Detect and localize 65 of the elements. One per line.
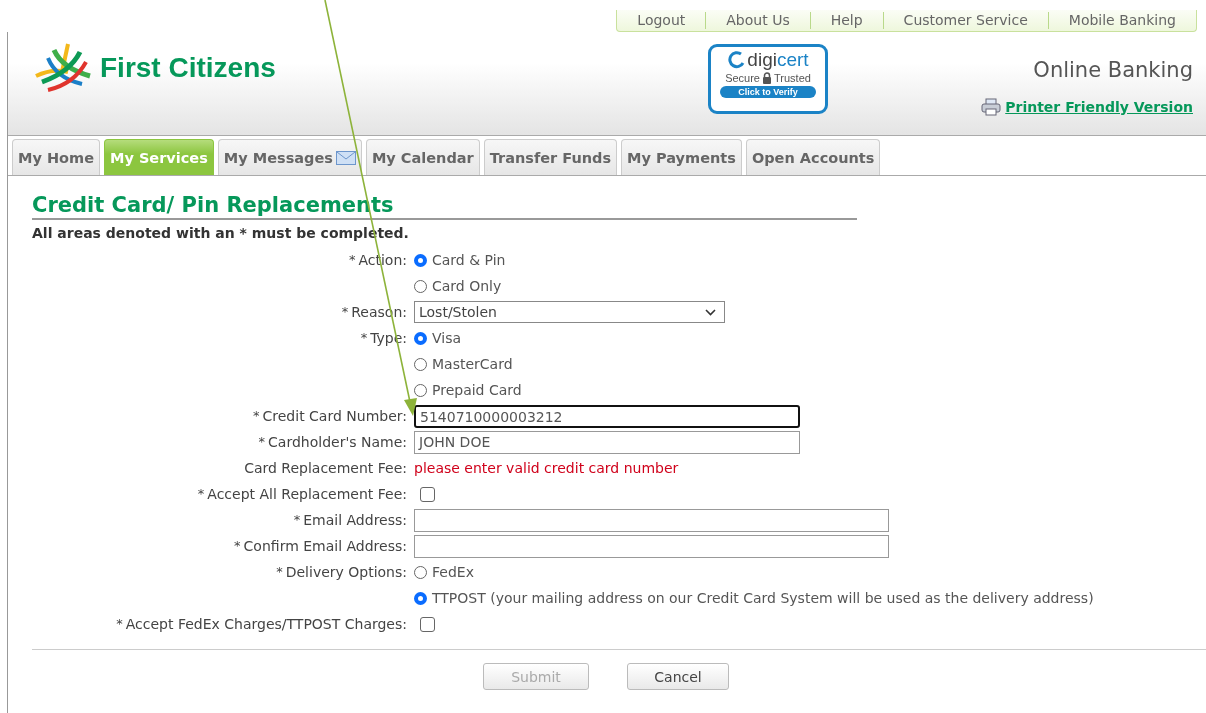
nav-tab[interactable]: My Calendar bbox=[365, 139, 480, 175]
lock-icon bbox=[762, 72, 772, 84]
field-label: Cardholder's Name: bbox=[268, 433, 407, 452]
radio-option[interactable]: TTPOST (your mailing address on our Credit Card System will be used as the delivery address) bbox=[414, 585, 1206, 611]
top-link[interactable]: Mobile Banking bbox=[1047, 12, 1196, 29]
required-mark: * bbox=[197, 485, 205, 503]
seal-brand-text: digi bbox=[747, 50, 777, 70]
field-label: Credit Card Number: bbox=[262, 407, 407, 426]
radio-option[interactable]: MasterCard bbox=[414, 351, 1206, 377]
radio-button[interactable] bbox=[414, 331, 427, 345]
seal-brand-text: cert bbox=[776, 50, 809, 70]
checkbox[interactable] bbox=[420, 617, 435, 632]
radio-button[interactable] bbox=[414, 279, 427, 293]
radio-button[interactable] bbox=[414, 357, 427, 371]
nav-tab[interactable]: Transfer Funds bbox=[483, 139, 618, 175]
input-field[interactable] bbox=[414, 535, 889, 558]
input-field[interactable]: JOHN DOE bbox=[414, 431, 800, 454]
input-field[interactable] bbox=[414, 509, 889, 532]
field-label: Accept FedEx Charges/TTPOST Charges: bbox=[125, 615, 407, 634]
printer-friendly-link[interactable]: Printer Friendly Version bbox=[1005, 99, 1193, 115]
required-mark: * bbox=[348, 251, 356, 269]
bank-logo-text: First Citizens bbox=[100, 52, 276, 84]
logo-icon bbox=[34, 42, 92, 94]
required-mark: * bbox=[258, 433, 266, 451]
top-link[interactable]: About Us bbox=[705, 12, 810, 29]
reason-dropdown[interactable]: Lost/Stolen bbox=[414, 301, 725, 323]
nav-tab[interactable]: Open Accounts bbox=[745, 139, 881, 175]
required-mark: * bbox=[360, 329, 368, 347]
radio-option[interactable]: Prepaid Card bbox=[414, 377, 1206, 403]
cancel-button[interactable]: Cancel bbox=[627, 663, 729, 690]
radio-button[interactable] bbox=[414, 253, 427, 267]
required-mark: * bbox=[293, 511, 301, 529]
top-link[interactable]: Help bbox=[809, 12, 883, 29]
nav-tab[interactable]: My Home bbox=[12, 139, 100, 175]
printer-icon bbox=[981, 98, 1002, 116]
radio-button[interactable] bbox=[414, 591, 427, 605]
required-mark: * bbox=[234, 537, 241, 555]
required-mark: * bbox=[253, 407, 260, 425]
radio-option[interactable]: Card Only bbox=[414, 273, 1206, 299]
field-label: Email Address: bbox=[303, 511, 407, 530]
field-label: Delivery Options: bbox=[285, 563, 407, 582]
required-mark: * bbox=[116, 615, 123, 633]
input-field[interactable]: 5140710000003212 bbox=[414, 405, 800, 428]
top-link[interactable]: Logout bbox=[617, 12, 706, 29]
verify-label: Click to Verify bbox=[720, 86, 816, 98]
nav-tab[interactable]: My Messages bbox=[217, 139, 362, 175]
error-message: please enter valid credit card number bbox=[414, 459, 680, 478]
top-link[interactable]: Customer Service bbox=[882, 12, 1048, 29]
required-mark: * bbox=[276, 563, 283, 581]
chevron-down-icon bbox=[705, 308, 716, 316]
required-mark: * bbox=[341, 303, 349, 321]
radio-button[interactable] bbox=[414, 565, 427, 579]
radio-button[interactable] bbox=[414, 383, 427, 397]
field-label: Confirm Email Address: bbox=[243, 537, 407, 556]
field-label: Accept All Replacement Fee: bbox=[207, 485, 407, 504]
seal-text: Secure bbox=[725, 72, 760, 84]
radio-option[interactable]: Card & Pin bbox=[414, 247, 1206, 273]
checkbox[interactable] bbox=[420, 487, 435, 502]
site-title: Online Banking bbox=[1033, 58, 1193, 82]
field-label: Card Replacement Fee: bbox=[244, 459, 407, 478]
nav-tab[interactable]: My Payments bbox=[621, 139, 742, 175]
radio-option[interactable]: Visa bbox=[414, 325, 1206, 351]
seal-text: Trusted bbox=[774, 72, 811, 84]
radio-option[interactable]: FedEx bbox=[414, 559, 1206, 585]
security-seal[interactable]: digicert Secure Trusted Click to Verify bbox=[708, 44, 828, 114]
